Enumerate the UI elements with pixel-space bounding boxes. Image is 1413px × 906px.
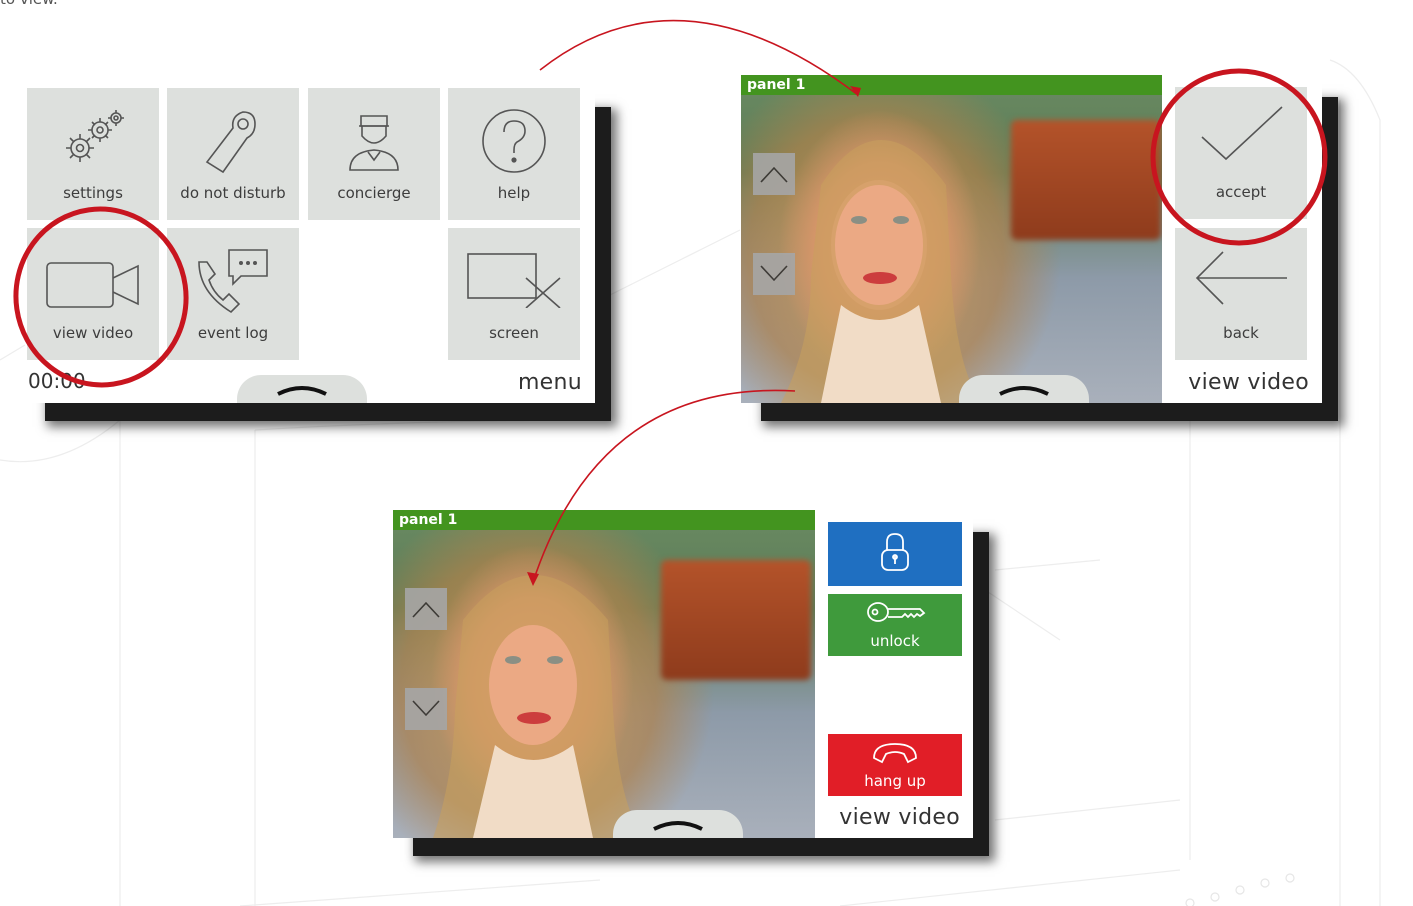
video-feed: panel 1 [741, 75, 1162, 403]
help-tile[interactable]: help [448, 88, 580, 220]
chevron-up-icon [277, 386, 327, 396]
concierge-tile[interactable]: concierge [308, 88, 440, 220]
face-sketch [433, 575, 643, 838]
video-camera-icon [46, 262, 139, 308]
pull-up-handle[interactable] [959, 375, 1089, 403]
clock-time: 00:00 [28, 369, 86, 393]
concierge-icon [349, 115, 399, 171]
back-button[interactable]: back [1175, 228, 1307, 360]
tile-label: event log [197, 324, 269, 342]
pull-up-handle[interactable] [613, 810, 743, 838]
pull-up-handle[interactable] [237, 375, 367, 403]
screen-tile[interactable]: screen [448, 228, 580, 360]
padlock-icon [881, 533, 909, 571]
question-icon [482, 109, 546, 173]
menu-screen: settings do not disturb concierge help v… [25, 85, 595, 403]
chevron-down-icon [760, 265, 788, 282]
phone-message-icon [198, 249, 268, 314]
mode-title: view video [1188, 370, 1309, 395]
tile-label: do not disturb [180, 184, 286, 202]
panel-label-bar: panel 1 [393, 510, 815, 530]
face-sketch [781, 140, 981, 403]
page-caption: to view. [0, 0, 58, 8]
chevron-up-icon [412, 601, 440, 618]
tile-label: view video [52, 324, 134, 342]
tile-label: settings [63, 184, 123, 202]
chevron-up-icon [653, 821, 703, 831]
scroll-down-button[interactable] [753, 253, 795, 295]
key-icon [867, 602, 926, 622]
chevron-down-icon [412, 700, 440, 717]
chevron-up-icon [760, 166, 788, 183]
phone-hang-up-icon [873, 743, 917, 764]
view-video-tile[interactable]: view video [27, 228, 159, 360]
back-arrow-icon [1195, 251, 1287, 305]
do-not-disturb-tile[interactable]: do not disturb [167, 88, 299, 220]
checkmark-icon [1201, 106, 1283, 161]
mode-title: view video [839, 805, 960, 830]
hang-up-label: hang up [864, 772, 926, 790]
hang-up-button[interactable]: hang up [828, 734, 962, 796]
gears-icon [66, 110, 124, 162]
scroll-up-button[interactable] [405, 588, 447, 630]
unlock-label: unlock [870, 632, 920, 650]
accept-button[interactable]: accept [1175, 87, 1307, 219]
scroll-up-button[interactable] [753, 153, 795, 195]
event-log-tile[interactable]: event log [167, 228, 299, 360]
panel-label-bar: panel 1 [741, 75, 1162, 95]
call-screen: panel 1 unlock hang up view video [393, 510, 973, 838]
tile-label: screen [489, 324, 539, 342]
settings-tile[interactable]: settings [27, 88, 159, 220]
chevron-up-icon [999, 386, 1049, 396]
accept-screen: panel 1 accept back view video [741, 75, 1322, 403]
video-feed: panel 1 [393, 510, 815, 838]
tile-label: concierge [337, 184, 411, 202]
back-label: back [1223, 324, 1259, 342]
accept-label: accept [1215, 183, 1267, 201]
tile-label: help [497, 184, 531, 202]
door-hanger-icon [205, 111, 256, 174]
scroll-down-button[interactable] [405, 688, 447, 730]
unlock-button[interactable]: unlock [828, 594, 962, 656]
mode-title: menu [517, 370, 582, 395]
lock-button[interactable] [828, 522, 962, 586]
screen-off-icon [467, 253, 561, 308]
